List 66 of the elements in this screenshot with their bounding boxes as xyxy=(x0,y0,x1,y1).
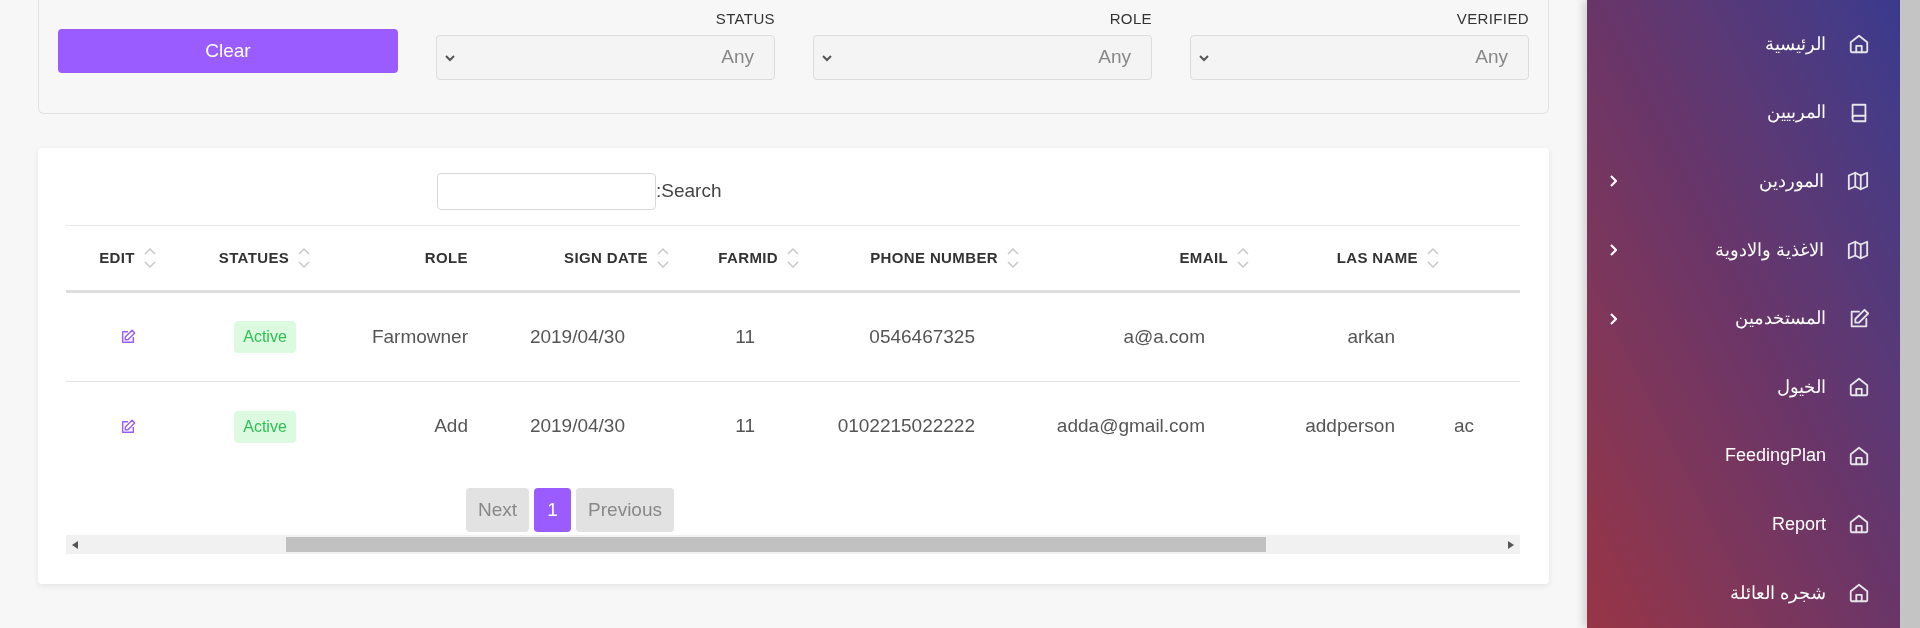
column-header: FARMID xyxy=(718,247,778,268)
column-header: EDIT xyxy=(99,247,135,268)
scroll-left-icon[interactable] xyxy=(72,540,78,549)
sidebar-item[interactable]: شجره العائلة xyxy=(1587,558,1900,628)
horizontal-scrollbar[interactable] xyxy=(66,535,1520,554)
sidebar-item[interactable]: الخيول xyxy=(1587,352,1900,422)
column-header: EMAIL xyxy=(1179,247,1228,268)
filter-label: ROLE xyxy=(1109,10,1152,28)
home-icon xyxy=(1848,444,1870,467)
chevron-down-icon xyxy=(822,53,832,62)
filter-label: VERIFIED xyxy=(1456,10,1529,28)
table-cell-text: addperson xyxy=(1305,414,1395,439)
search-label: :Search xyxy=(656,179,722,204)
sidebar-item[interactable]: الاغذية والادوية xyxy=(1587,215,1900,285)
page-button[interactable]: 1 xyxy=(534,488,572,532)
scrollbar-thumb[interactable] xyxy=(286,537,1266,552)
status-badge: Active xyxy=(234,321,296,353)
sort-icon[interactable] xyxy=(656,247,670,269)
table-cell-text: ac xyxy=(1454,414,1475,439)
sidebar-item[interactable]: المربيين xyxy=(1587,78,1900,148)
table-cell-text: 11 xyxy=(735,324,755,349)
table-cell-text: adda@gmail.com xyxy=(1056,414,1205,439)
home-icon xyxy=(1848,33,1870,56)
table-cell-text: arkan xyxy=(1347,324,1395,349)
chevron-right-icon xyxy=(1609,175,1617,188)
home-icon xyxy=(1848,513,1870,536)
edit-icon xyxy=(1848,307,1870,330)
column-header: STATUES xyxy=(218,247,290,268)
column-header: LAS NAME xyxy=(1336,247,1418,268)
column-header: SIGN DATE xyxy=(564,247,648,268)
home-icon xyxy=(1848,582,1870,605)
chevron-down-icon xyxy=(445,53,455,62)
status-badge: Active xyxy=(234,410,296,443)
sidebar-item[interactable]: الموردين xyxy=(1587,147,1900,216)
table-cell-text: a@a.com xyxy=(1123,324,1205,349)
column-header: PHONE NUMBER xyxy=(870,247,998,268)
chevron-down-icon xyxy=(1199,53,1209,62)
table-cell-text: 0546467325 xyxy=(869,324,975,349)
column-header: ROLE xyxy=(424,247,468,268)
table-cell-text: 2019/04/30 xyxy=(529,324,625,349)
clear-button[interactable]: Clear xyxy=(58,29,398,73)
scroll-right-icon[interactable] xyxy=(1508,540,1514,549)
sidebar-item[interactable]: FeedingPlan xyxy=(1587,421,1900,491)
sort-icon[interactable] xyxy=(1006,247,1020,269)
sort-icon[interactable] xyxy=(142,247,157,269)
table-cell-text: Farmowner xyxy=(371,324,468,349)
sidebar-item[interactable]: الرئيسية xyxy=(1587,10,1900,79)
sort-icon[interactable] xyxy=(786,247,800,269)
chevron-right-icon xyxy=(1609,312,1617,325)
filter-label: STATUS xyxy=(715,10,775,28)
sidebar-item[interactable]: Report xyxy=(1587,490,1900,559)
sort-icon[interactable] xyxy=(1426,247,1440,269)
home-icon xyxy=(1848,376,1870,399)
map-icon xyxy=(1846,239,1870,262)
edit-icon[interactable] xyxy=(120,329,136,345)
edit-icon[interactable] xyxy=(120,418,136,435)
search-field[interactable] xyxy=(437,173,656,210)
table-cell-text: 2019/04/30 xyxy=(529,414,625,439)
chevron-right-icon xyxy=(1609,244,1617,257)
table-cell-text: 11 xyxy=(735,414,755,439)
table-cell-text: 0102215022222 xyxy=(837,414,975,439)
table-cell-text: Add xyxy=(434,414,468,439)
sidebar-item[interactable]: المستخدمين xyxy=(1587,284,1900,353)
sort-icon[interactable] xyxy=(297,247,312,269)
sort-icon[interactable] xyxy=(1236,247,1250,269)
map-icon xyxy=(1846,170,1870,193)
